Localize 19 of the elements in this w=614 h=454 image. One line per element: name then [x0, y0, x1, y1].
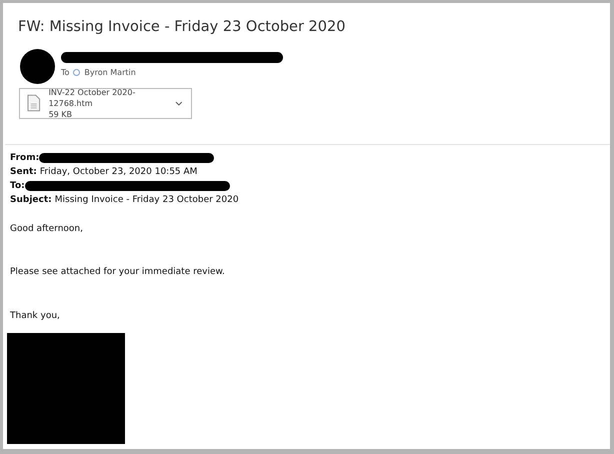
recipient-name[interactable]: Byron Martin	[84, 66, 136, 79]
attachment-card[interactable]: INV-22 October 2020-12768.htm 59 KB	[19, 88, 192, 119]
header-label: To:	[10, 180, 25, 193]
presence-icon	[73, 69, 80, 76]
body-paragraph: Good afternoon,	[10, 222, 84, 236]
header-label: From:	[10, 152, 40, 165]
body-paragraph: Thank you,	[10, 310, 61, 323]
file-icon	[27, 94, 41, 112]
email-subject-title: FW: Missing Invoice - Friday 23 October 2020	[18, 18, 346, 37]
avatar	[20, 48, 55, 84]
header-label: Subject:	[10, 194, 52, 207]
attachment-name: INV-22 October 2020-12768.htm	[48, 86, 136, 109]
header-value: Missing Invoice - Friday 23 October 2020	[54, 194, 239, 207]
header-value: Friday, October 23, 2020 10:55 AM	[40, 166, 198, 179]
header-label: Sent:	[10, 166, 37, 179]
body-paragraph: Please see attached for your immediate review.	[10, 266, 226, 280]
attachment-size: 59 KB	[48, 108, 74, 120]
chevron-down-icon[interactable]	[175, 100, 183, 106]
to-label: To	[61, 66, 70, 79]
